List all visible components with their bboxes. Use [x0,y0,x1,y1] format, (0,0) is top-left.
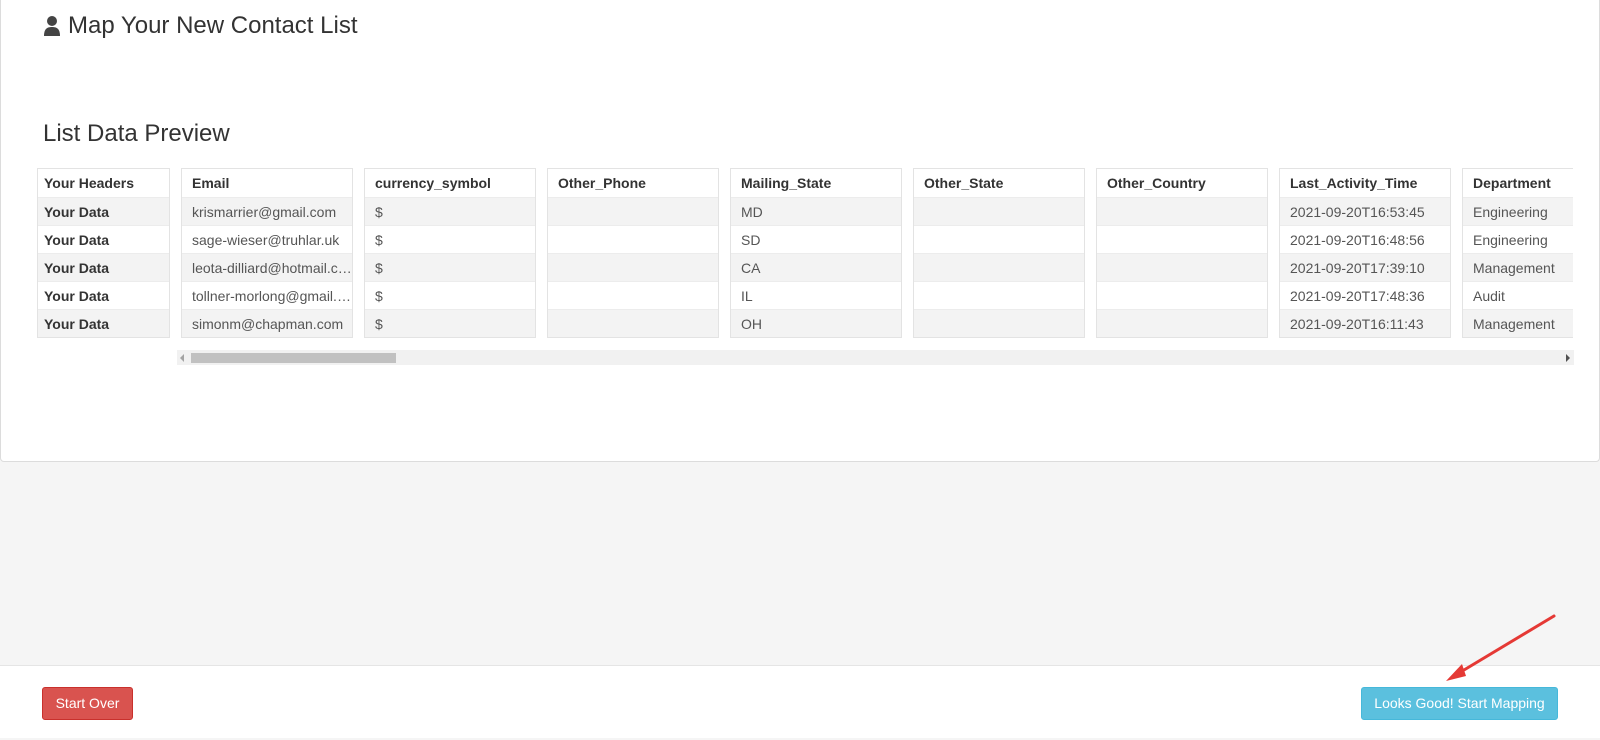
data-cell: sage-wieser@truhlar.uk [182,225,352,253]
row-header-label: Your Headers [38,169,169,197]
data-column-other-state: Other_State [913,168,1085,338]
data-cell [914,225,1084,253]
data-cell [914,309,1084,337]
data-cell [548,197,718,225]
user-icon [44,16,60,36]
data-cell [1097,281,1267,309]
data-cell: $ [365,197,535,225]
data-cell: 2021-09-20T16:11:43 [1280,309,1450,337]
data-cell [548,253,718,281]
data-cell [548,309,718,337]
column-header: Other_Country [1097,169,1267,197]
data-cell: 2021-09-20T16:48:56 [1280,225,1450,253]
data-column-mailing-state: Mailing_State MD SD CA IL OH [730,168,902,338]
column-header: Last_Activity_Time [1280,169,1450,197]
row-label: Your Data [38,253,169,281]
data-cell: 2021-09-20T17:39:10 [1280,253,1450,281]
annotation-arrow-icon [1446,614,1556,681]
data-cell: Audit [1463,281,1573,309]
data-cell: 2021-09-20T16:53:45 [1280,197,1450,225]
data-cell: 2021-09-20T17:48:36 [1280,281,1450,309]
column-header: Other_Phone [548,169,718,197]
data-column-last-activity-time: Last_Activity_Time 2021-09-20T16:53:45 2… [1279,168,1451,338]
data-column-email: Email krismarrier@gmail.com sage-wieser@… [181,168,353,338]
data-cell: Engineering [1463,197,1573,225]
data-cell: $ [365,309,535,337]
data-cell: simonm@chapman.com [182,309,352,337]
data-cell [1097,253,1267,281]
data-cell: krismarrier@gmail.com [182,197,352,225]
data-cell: CA [731,253,901,281]
data-cell [1097,309,1267,337]
data-cell: Management [1463,253,1573,281]
row-label: Your Data [38,225,169,253]
column-header: Mailing_State [731,169,901,197]
row-label: Your Data [38,309,169,337]
data-column-other-phone: Other_Phone [547,168,719,338]
data-cell: Management [1463,309,1573,337]
data-cell [914,253,1084,281]
column-header: currency_symbol [365,169,535,197]
data-cell [548,225,718,253]
data-cell: OH [731,309,901,337]
footer-bar: Start Over Looks Good! Start Mapping [0,665,1600,738]
data-cell: Engineering [1463,225,1573,253]
column-header: Email [182,169,352,197]
data-cell: tollner-morlong@gmail.com [182,281,352,309]
mapping-panel: Map Your New Contact List List Data Prev… [0,0,1600,462]
data-cell [1097,197,1267,225]
data-column-other-country: Other_Country [1096,168,1268,338]
data-cell: $ [365,225,535,253]
row-header-column: Your Headers Your Data Your Data Your Da… [37,168,170,338]
data-cell: $ [365,253,535,281]
data-cell: $ [365,281,535,309]
data-cell [548,281,718,309]
scroll-left-arrow-icon[interactable] [180,354,184,362]
data-cell [914,197,1084,225]
scrollbar-thumb[interactable] [191,353,396,363]
start-over-button[interactable]: Start Over [42,687,133,720]
horizontal-scrollbar[interactable] [177,350,1574,365]
row-label: Your Data [38,197,169,225]
data-cell: leota-dilliard@hotmail.com [182,253,352,281]
data-cell: SD [731,225,901,253]
data-column-department: Department Engineering Engineering Manag… [1462,168,1573,338]
data-cell [1097,225,1267,253]
column-header: Other_State [914,169,1084,197]
data-cell: IL [731,281,901,309]
data-cell [914,281,1084,309]
scroll-right-arrow-icon[interactable] [1566,354,1570,362]
data-cell: MD [731,197,901,225]
data-columns-scroll-area[interactable]: Email krismarrier@gmail.com sage-wieser@… [181,0,1573,740]
data-column-currency-symbol: currency_symbol $ $ $ $ $ [364,168,536,338]
column-header: Department [1463,169,1573,197]
row-label: Your Data [38,281,169,309]
start-mapping-button[interactable]: Looks Good! Start Mapping [1361,687,1558,720]
